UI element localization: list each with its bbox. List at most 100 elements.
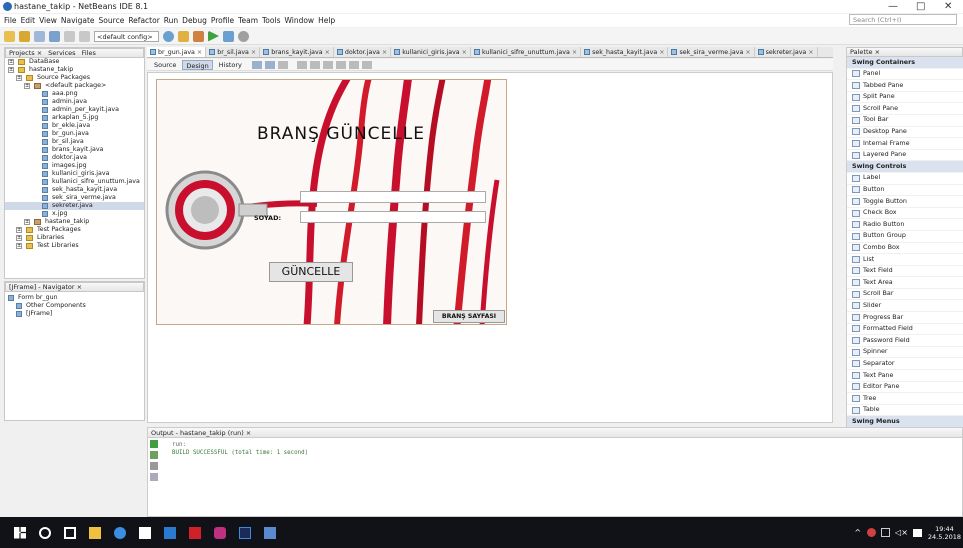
menu-navigate[interactable]: Navigate bbox=[61, 16, 95, 25]
netbeans-taskbar-icon[interactable] bbox=[264, 526, 276, 539]
photoshop-icon[interactable] bbox=[239, 526, 251, 539]
tab-services[interactable]: Services bbox=[48, 49, 75, 57]
tab-close-icon[interactable]: × bbox=[197, 47, 202, 57]
palette-category[interactable]: Swing Containers bbox=[847, 57, 963, 69]
menu-window[interactable]: Window bbox=[284, 16, 314, 25]
undo-icon[interactable] bbox=[64, 30, 75, 42]
maximize-button[interactable]: □ bbox=[916, 0, 925, 13]
project-tree-item[interactable]: ± Libraries bbox=[5, 234, 144, 242]
expand-icon[interactable]: ± bbox=[16, 235, 22, 241]
palette-item[interactable]: Radio Button bbox=[847, 219, 963, 231]
expand-icon[interactable]: ± bbox=[8, 59, 14, 65]
palette-item[interactable]: Panel bbox=[847, 69, 963, 81]
tab-projects[interactable]: Projects × bbox=[9, 49, 42, 57]
project-tree-item[interactable]: ± hastane_takip bbox=[5, 218, 144, 226]
palette-item[interactable]: Editor Pane bbox=[847, 382, 963, 394]
palette-item[interactable]: Button Group bbox=[847, 231, 963, 243]
align-left-icon[interactable] bbox=[296, 60, 307, 69]
rerun-params-icon[interactable] bbox=[150, 451, 158, 459]
navigator-item[interactable]: Other Components bbox=[5, 302, 144, 310]
expand-icon[interactable]: ± bbox=[16, 243, 22, 249]
selection-mode-icon[interactable] bbox=[251, 60, 262, 69]
palette-item[interactable]: Tabbed Pane bbox=[847, 80, 963, 92]
palette-item[interactable]: Slider bbox=[847, 300, 963, 313]
project-tree-item[interactable]: br_sil.java bbox=[5, 138, 144, 146]
network-icon[interactable] bbox=[881, 528, 891, 537]
palette-item[interactable]: Button bbox=[847, 185, 963, 197]
editor-tab[interactable]: sekreter.java × bbox=[755, 47, 818, 57]
open-project-icon[interactable] bbox=[34, 30, 45, 42]
menu-file[interactable]: File bbox=[4, 16, 17, 25]
palette-item[interactable]: Desktop Pane bbox=[847, 127, 963, 139]
soyad-text-field[interactable] bbox=[300, 211, 486, 223]
connection-mode-icon[interactable] bbox=[264, 60, 275, 69]
palette-item[interactable]: Password Field bbox=[847, 335, 963, 347]
palette-item[interactable]: Tree bbox=[847, 393, 963, 405]
edge-icon[interactable] bbox=[114, 526, 126, 539]
align-right-icon[interactable] bbox=[309, 60, 320, 69]
palette-item[interactable]: Text Pane bbox=[847, 370, 963, 382]
project-tree-item[interactable]: sekreter.java bbox=[5, 202, 144, 210]
palette-item[interactable]: Internal Frame bbox=[847, 138, 963, 150]
app-icon[interactable] bbox=[164, 526, 176, 539]
menu-tools[interactable]: Tools bbox=[262, 16, 280, 25]
palette-item[interactable]: Split Pane bbox=[847, 92, 963, 104]
expand-icon[interactable]: ± bbox=[16, 227, 22, 233]
menu-view[interactable]: View bbox=[39, 16, 57, 25]
tab-close-icon[interactable]: × bbox=[251, 47, 256, 57]
palette-title[interactable]: Palette × bbox=[850, 48, 880, 56]
clock[interactable]: 19:44 24.5.2018 bbox=[928, 525, 961, 541]
palette-item[interactable]: Scroll Bar bbox=[847, 289, 963, 301]
palette-item[interactable]: Progress Bar bbox=[847, 312, 963, 324]
tab-files[interactable]: Files bbox=[82, 49, 96, 57]
menu-run[interactable]: Run bbox=[164, 16, 178, 25]
close-button[interactable]: ✕ bbox=[944, 0, 952, 13]
expand-icon[interactable]: ± bbox=[8, 67, 14, 73]
tab-close-icon[interactable]: × bbox=[382, 47, 387, 57]
palette-item[interactable]: Toggle Button bbox=[847, 196, 963, 208]
menu-team[interactable]: Team bbox=[238, 16, 258, 25]
tab-close-icon[interactable]: × bbox=[572, 47, 577, 57]
palette-item[interactable]: Separator bbox=[847, 358, 963, 371]
palette-item[interactable]: Tool Bar bbox=[847, 115, 963, 127]
project-tree-item[interactable]: sek_hasta_kayit.java bbox=[5, 186, 144, 194]
project-tree-item[interactable]: kullanici_sifre_unuttum.java bbox=[5, 178, 144, 186]
project-tree-item[interactable]: br_gun.java bbox=[5, 130, 144, 138]
output-settings-icon[interactable] bbox=[150, 473, 158, 481]
settings-icon[interactable] bbox=[163, 30, 174, 42]
palette-item[interactable]: List bbox=[847, 254, 963, 266]
navigator-item[interactable]: [JFrame] bbox=[5, 310, 144, 318]
save-all-icon[interactable] bbox=[49, 30, 60, 42]
new-file-icon[interactable] bbox=[4, 30, 15, 42]
navigator-item[interactable]: Form br_gun bbox=[5, 294, 144, 302]
palette-item[interactable]: Scroll Pane bbox=[847, 103, 963, 115]
redo-icon[interactable] bbox=[79, 30, 90, 42]
notification-icon[interactable] bbox=[912, 528, 922, 537]
project-tree-item[interactable]: admin_per_kayit.java bbox=[5, 106, 144, 114]
editor-tab[interactable]: br_gun.java × bbox=[147, 47, 207, 57]
palette-item[interactable]: Formatted Field bbox=[847, 324, 963, 336]
editor-tab[interactable]: sek_sira_verme.java × bbox=[668, 47, 755, 57]
minimize-button[interactable]: — bbox=[888, 0, 898, 13]
project-tree-item[interactable]: sek_sira_verme.java bbox=[5, 194, 144, 202]
resize-icon[interactable] bbox=[361, 60, 372, 69]
view-source-tab[interactable]: Source bbox=[151, 60, 179, 70]
palette-item[interactable]: Check Box bbox=[847, 208, 963, 220]
pink-app-icon[interactable] bbox=[214, 526, 226, 539]
profile-icon[interactable] bbox=[238, 30, 249, 42]
align-bottom-icon[interactable] bbox=[348, 60, 359, 69]
project-tree-item[interactable]: brans_kayit.java bbox=[5, 146, 144, 154]
stop-icon[interactable] bbox=[150, 462, 158, 470]
volume-icon[interactable]: ◁× bbox=[895, 528, 908, 537]
project-tree-item[interactable]: ± <default package> bbox=[5, 82, 144, 90]
project-tree-item[interactable]: x.jpg bbox=[5, 210, 144, 218]
tray-app-icon[interactable] bbox=[867, 528, 877, 537]
rerun-icon[interactable] bbox=[150, 440, 158, 448]
editor-tab[interactable]: doktor.java × bbox=[334, 47, 392, 57]
project-tree-item[interactable]: kullanici_giris.java bbox=[5, 170, 144, 178]
palette-item[interactable]: Combo Box bbox=[847, 243, 963, 255]
palette-item[interactable]: Label bbox=[847, 173, 963, 185]
project-tree-item[interactable]: ± Test Libraries bbox=[5, 242, 144, 250]
palette-item[interactable]: Text Field bbox=[847, 266, 963, 278]
editor-tab[interactable]: kullanici_sifre_unuttum.java × bbox=[471, 47, 582, 57]
